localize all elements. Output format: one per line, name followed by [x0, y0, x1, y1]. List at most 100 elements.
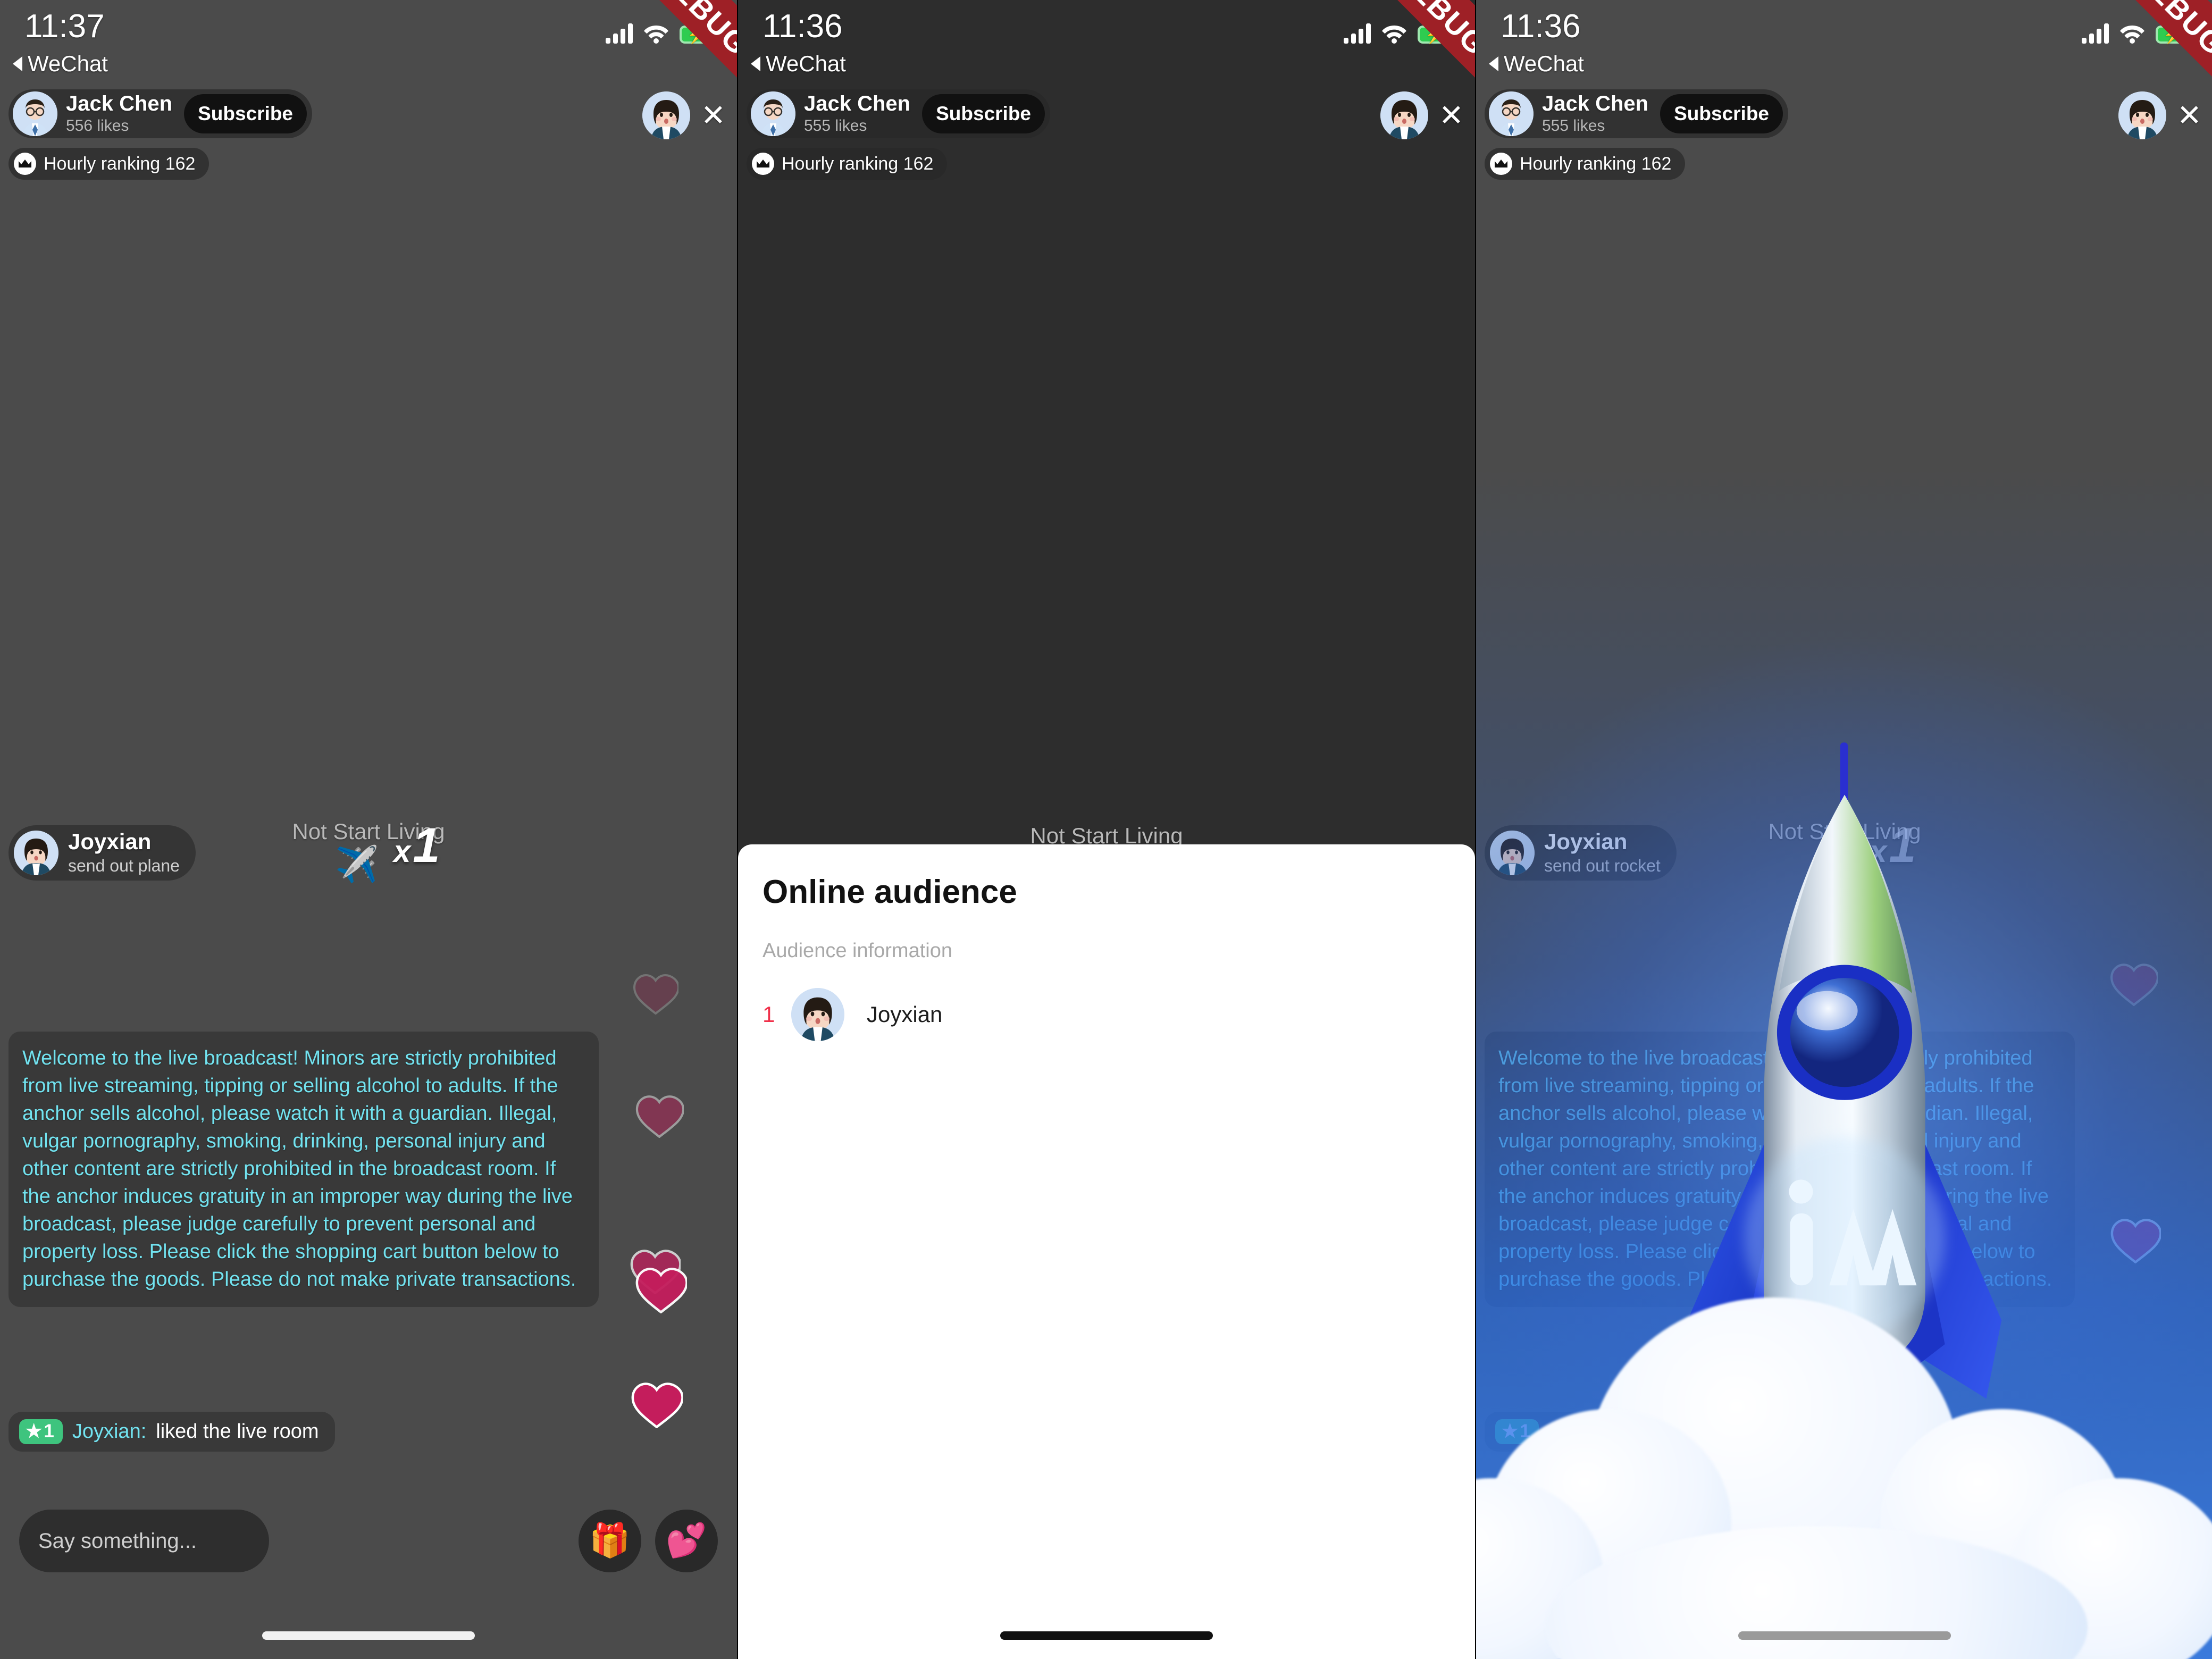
back-label: WeChat	[766, 51, 846, 76]
panel-online-audience: DEBUG 11:36 ⚡ WeChat Jack Chen 555 likes	[738, 0, 1475, 1659]
audience-name: Joyxian	[867, 1002, 943, 1027]
audience-list-item[interactable]: 1 Joyxian	[763, 988, 1451, 1041]
anchor-avatar	[751, 91, 795, 136]
back-to-wechat-link[interactable]: WeChat	[751, 51, 846, 77]
hourly-ranking-chip[interactable]: Hourly ranking 162	[1485, 148, 1686, 180]
gift-banner: Joyxian send out rocket	[1485, 825, 1677, 881]
anchor-name: Jack Chen	[1542, 91, 1649, 115]
gift-sender-name: Joyxian	[1544, 829, 1628, 854]
back-arrow-icon	[13, 56, 22, 71]
cellular-signal-icon	[606, 22, 633, 44]
plane-icon: ✈️	[335, 844, 379, 884]
gift-button[interactable]: 🎁	[579, 1510, 641, 1572]
level-badge: ★ 1	[19, 1419, 63, 1444]
level-star-icon: ★	[26, 1421, 43, 1442]
back-arrow-icon	[1489, 56, 1498, 71]
gift-multiplier: x1	[1870, 818, 1916, 874]
subscribe-button[interactable]: Subscribe	[184, 94, 307, 133]
crown-icon	[752, 153, 774, 175]
gift-meta: Joyxian send out plane	[68, 830, 180, 875]
anchor-info-chip[interactable]: Jack Chen 555 likes Subscribe	[1485, 89, 1789, 138]
status-bar: 11:36 ⚡	[738, 0, 1475, 63]
chat-username: Joyxian:	[72, 1420, 147, 1443]
anchor-info-chip[interactable]: Jack Chen 556 likes Subscribe	[9, 89, 313, 138]
audience-avatar	[791, 988, 844, 1041]
top-right-cluster: ✕	[1380, 91, 1464, 139]
viewer-avatar[interactable]	[642, 91, 690, 139]
gift-meta: Joyxian send out rocket	[1544, 830, 1661, 875]
hourly-ranking-label: Hourly ranking 162	[782, 153, 934, 174]
anchor-likes: 555 likes	[804, 116, 867, 135]
gift-multiplier-count: 1	[413, 818, 440, 873]
gift-sender-avatar	[14, 831, 58, 875]
viewer-avatar[interactable]	[2118, 91, 2166, 139]
chat-message-row: ★ 1 Joyxian: liked the live room	[1485, 1412, 1811, 1452]
say-something-input[interactable]	[19, 1510, 269, 1572]
audience-index: 1	[763, 1002, 775, 1027]
hourly-ranking-label: Hourly ranking 162	[44, 153, 196, 174]
panel-live-gift-plane: DEBUG 11:37 ⚡ WeChat Jack Chen 556 likes	[0, 0, 737, 1659]
gift-action-label: send out plane	[68, 856, 180, 875]
bottom-action-bar: 🎁 💕	[0, 1504, 737, 1578]
hourly-ranking-chip[interactable]: Hourly ranking 162	[9, 148, 210, 180]
top-right-cluster: ✕	[2118, 91, 2202, 139]
close-icon[interactable]: ✕	[701, 100, 726, 130]
sheet-subtitle: Audience information	[763, 940, 952, 962]
gift-multiplier-x: x	[393, 834, 411, 869]
status-bar: 11:37 ⚡	[0, 0, 737, 63]
wifi-icon	[1381, 23, 1407, 44]
panel-live-gift-rocket: DEBUG 11:36 ⚡ WeChat Jack Chen 555 likes	[1476, 0, 2212, 1659]
cellular-signal-icon	[2082, 22, 2109, 44]
back-label: WeChat	[28, 51, 108, 76]
sheet-title: Online audience	[763, 874, 1017, 910]
subscribe-button[interactable]: Subscribe	[1660, 94, 1783, 133]
heart-icon	[2110, 963, 2158, 1006]
home-indicator	[1000, 1631, 1213, 1640]
anchor-name: Jack Chen	[804, 91, 911, 115]
anchor-likes: 556 likes	[66, 116, 129, 135]
status-bar: 11:36 ⚡	[1476, 0, 2212, 63]
heart-icon	[631, 1382, 683, 1428]
gift-multiplier-x: x	[1870, 834, 1887, 869]
level-badge: ★ 1	[1495, 1419, 1539, 1444]
back-arrow-icon	[751, 56, 760, 71]
cellular-signal-icon	[1344, 22, 1371, 44]
level-number: 1	[1520, 1421, 1530, 1442]
back-to-wechat-link[interactable]: WeChat	[1489, 51, 1584, 77]
gift-multiplier: x1	[393, 818, 440, 874]
back-label: WeChat	[1504, 51, 1584, 76]
anchor-avatar	[13, 91, 57, 136]
gift-action-label: send out rocket	[1544, 856, 1661, 875]
broadcast-notice: Welcome to the live broadcast! Minors ar…	[1485, 1032, 2075, 1308]
chat-message-row: ★ 1 Joyxian: liked the live room	[9, 1412, 335, 1452]
close-icon[interactable]: ✕	[2177, 100, 2202, 130]
crown-icon	[14, 153, 36, 175]
anchor-name: Jack Chen	[66, 91, 173, 115]
screenshot-strip: DEBUG 11:37 ⚡ WeChat Jack Chen 556 likes	[0, 0, 2212, 1659]
viewer-avatar[interactable]	[1380, 91, 1428, 139]
floating-hearts	[625, 974, 721, 1478]
broadcast-notice: Welcome to the live broadcast! Minors ar…	[9, 1032, 599, 1308]
gift-sender-avatar	[1490, 831, 1535, 875]
gift-multiplier-count: 1	[1889, 818, 1916, 873]
status-clock: 11:37	[24, 8, 105, 45]
status-clock: 11:36	[763, 8, 843, 45]
floating-hearts	[2101, 963, 2197, 1478]
home-indicator	[1738, 1631, 1951, 1640]
back-to-wechat-link[interactable]: WeChat	[13, 51, 108, 77]
hourly-ranking-label: Hourly ranking 162	[1520, 153, 1672, 174]
anchor-likes: 555 likes	[1542, 116, 1605, 135]
anchor-info-chip[interactable]: Jack Chen 555 likes Subscribe	[747, 89, 1051, 138]
like-button[interactable]: 💕	[655, 1510, 718, 1572]
hourly-ranking-chip[interactable]: Hourly ranking 162	[747, 148, 948, 180]
gift-sender-name: Joyxian	[68, 829, 152, 854]
wifi-icon	[643, 23, 669, 44]
online-audience-sheet: Online audience Audience information 1 J…	[738, 844, 1475, 1659]
anchor-meta: Jack Chen 556 likes	[66, 93, 172, 136]
chat-username: Joyxian:	[1548, 1420, 1623, 1443]
status-clock: 11:36	[1501, 8, 1581, 45]
subscribe-button[interactable]: Subscribe	[922, 94, 1045, 133]
wifi-icon	[2119, 23, 2145, 44]
close-icon[interactable]: ✕	[1439, 100, 1464, 130]
anchor-meta: Jack Chen 555 likes	[1542, 93, 1648, 136]
